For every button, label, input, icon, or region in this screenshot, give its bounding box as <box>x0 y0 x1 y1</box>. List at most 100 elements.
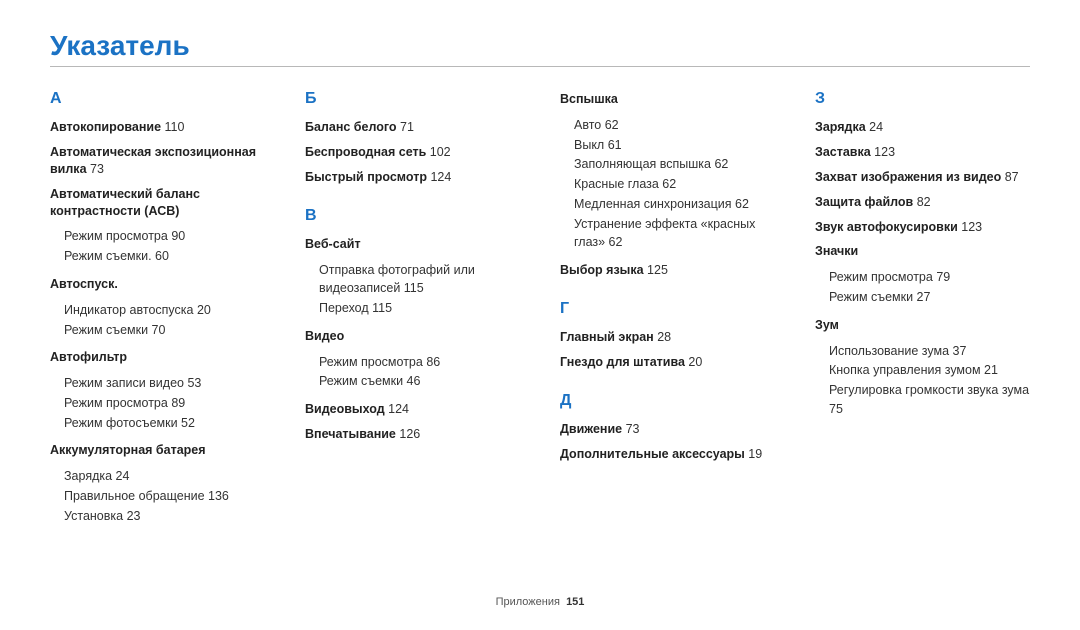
index-term: Вспышка <box>560 92 618 106</box>
index-subentry: Выкл 61 <box>560 136 775 155</box>
index-entry: Аккумуляторная батарея <box>50 442 265 459</box>
index-term: Впечатывание <box>305 427 396 441</box>
index-entry: Вспышка <box>560 91 775 108</box>
index-page-ref: 73 <box>622 422 639 436</box>
index-term: Защита файлов <box>815 195 913 209</box>
index-entry: Беспроводная сеть 102 <box>305 144 520 161</box>
index-column: ААвтокопирование 110Автоматическая экспо… <box>50 91 265 527</box>
index-page-ref: 37 <box>949 344 966 358</box>
index-subentry-text: Режим просмотра <box>64 229 168 243</box>
index-page-ref: 20 <box>685 355 702 369</box>
index-subentry: Регулировка громкости звука зума 75 <box>815 381 1030 419</box>
index-subentry-text: Регулировка громкости звука зума <box>829 383 1029 397</box>
index-term: Быстрый просмотр <box>305 170 427 184</box>
index-term: Баланс белого <box>305 120 397 134</box>
index-page-ref: 60 <box>152 249 169 263</box>
index-page-ref: 20 <box>193 303 210 317</box>
index-column: ББаланс белого 71Беспроводная сеть 102Бы… <box>305 91 520 527</box>
index-subentry-text: Режим съемки. <box>64 249 152 263</box>
index-entry: Веб-сайт <box>305 236 520 253</box>
index-subentry: Авто 62 <box>560 116 775 135</box>
index-subentry-text: Переход <box>319 301 369 315</box>
index-page-ref: 73 <box>87 162 104 176</box>
index-subentry-text: Режим съемки <box>829 290 913 304</box>
index-subentry: Переход 115 <box>305 299 520 318</box>
index-subentry: Режим просмотра 79 <box>815 268 1030 287</box>
index-entry: Впечатывание 126 <box>305 426 520 443</box>
footer-page-number: 151 <box>566 596 584 608</box>
index-entry: Защита файлов 82 <box>815 194 1030 211</box>
index-page-ref: 21 <box>981 363 998 377</box>
index-subentry: Отправка фотографий или видеозаписей 115 <box>305 261 520 299</box>
index-subentry: Режим просмотра 89 <box>50 394 265 413</box>
index-subentry-text: Авто <box>574 118 601 132</box>
index-entry: Заставка 123 <box>815 144 1030 161</box>
index-entry: Дополнительные аксессуары 19 <box>560 446 775 463</box>
index-subentry: Медленная синхронизация 62 <box>560 195 775 214</box>
index-term: Дополнительные аксессуары <box>560 447 745 461</box>
index-page-ref: 136 <box>205 489 229 503</box>
index-subentry-text: Устранение эффекта «красных глаз» <box>574 217 755 250</box>
index-term: Выбор языка <box>560 263 644 277</box>
index-entry: Зум <box>815 317 1030 334</box>
index-entry: Автофильтр <box>50 349 265 366</box>
index-subentry-text: Режим записи видео <box>64 376 184 390</box>
index-page-ref: 110 <box>161 120 184 134</box>
index-page-ref: 115 <box>400 281 423 295</box>
index-subentry-text: Использование зума <box>829 344 949 358</box>
index-page-ref: 46 <box>403 374 420 388</box>
index-subentry-text: Индикатор автоспуска <box>64 303 193 317</box>
index-page-ref: 52 <box>178 416 195 430</box>
index-page-ref: 62 <box>711 157 728 171</box>
index-column: ВспышкаАвто 62Выкл 61Заполняющая вспышка… <box>560 91 775 527</box>
index-term: Движение <box>560 422 622 436</box>
index-entry: Видео <box>305 328 520 345</box>
index-subentry-text: Режим съемки <box>64 323 148 337</box>
index-page-ref: 28 <box>654 330 671 344</box>
index-term: Веб-сайт <box>305 237 361 251</box>
index-term: Автокопирование <box>50 120 161 134</box>
index-subentry: Использование зума 37 <box>815 342 1030 361</box>
index-term: Главный экран <box>560 330 654 344</box>
index-subentry-text: Отправка фотографий или видеозаписей <box>319 263 475 296</box>
footer-section: Приложения <box>496 596 560 608</box>
index-page-ref: 124 <box>427 170 451 184</box>
index-subentry: Кнопка управления зумом 21 <box>815 361 1030 380</box>
index-subentry: Красные глаза 62 <box>560 175 775 194</box>
index-page-ref: 19 <box>745 447 762 461</box>
title-divider <box>50 66 1030 67</box>
index-page-ref: 75 <box>829 402 843 416</box>
index-subentry: Режим съемки. 60 <box>50 247 265 266</box>
index-entry: Автокопирование 110 <box>50 119 265 136</box>
index-term: Зум <box>815 318 839 332</box>
index-term: Зарядка <box>815 120 866 134</box>
index-page-ref: 115 <box>369 301 392 315</box>
index-page-ref: 125 <box>644 263 668 277</box>
index-subentry-text: Режим просмотра <box>319 355 423 369</box>
index-letter: Г <box>560 301 775 317</box>
index-page-ref: 27 <box>913 290 930 304</box>
index-page-ref: 71 <box>397 120 414 134</box>
index-term: Захват изображения из видео <box>815 170 1001 184</box>
index-subentry: Режим просмотра 90 <box>50 227 265 246</box>
index-entry: Автоспуск. <box>50 276 265 293</box>
index-page-ref: 79 <box>933 270 950 284</box>
index-subentry: Устранение эффекта «красных глаз» 62 <box>560 215 775 253</box>
index-subentry: Установка 23 <box>50 507 265 526</box>
index-page-ref: 24 <box>866 120 883 134</box>
index-entry: Автоматический баланс контрастности (АСВ… <box>50 186 265 220</box>
index-subentry-text: Красные глаза <box>574 177 659 191</box>
index-entry: Быстрый просмотр 124 <box>305 169 520 186</box>
index-term: Гнездо для штатива <box>560 355 685 369</box>
index-term: Автофильтр <box>50 350 127 364</box>
index-letter: З <box>815 91 1030 107</box>
index-entry: Видеовыход 124 <box>305 401 520 418</box>
index-subentry-text: Режим просмотра <box>64 396 168 410</box>
index-page-ref: 82 <box>913 195 930 209</box>
index-entry: Гнездо для штатива 20 <box>560 354 775 371</box>
index-term: Видео <box>305 329 344 343</box>
index-entry: Значки <box>815 243 1030 260</box>
index-subentry-text: Выкл <box>574 138 604 152</box>
index-subentry-text: Кнопка управления зумом <box>829 363 981 377</box>
index-subentry: Режим фотосъемки 52 <box>50 414 265 433</box>
